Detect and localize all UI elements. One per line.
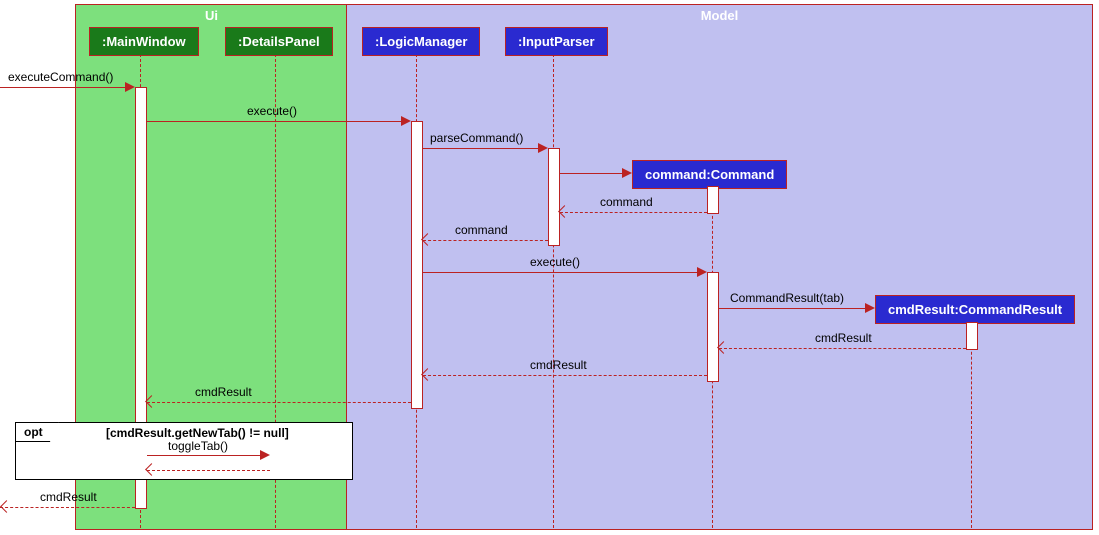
arrow-m12: [0, 507, 135, 508]
msg-m7: CommandResult(tab): [730, 291, 844, 305]
arrow-m3: [423, 148, 538, 149]
arrowhead-m2: [401, 116, 411, 126]
msg-m11: toggleTab(): [168, 439, 228, 453]
arrow-m11: [147, 455, 260, 456]
arrowhead-m11: [260, 450, 270, 460]
arrow-m5: [423, 240, 548, 241]
arrow-m4: [560, 212, 707, 213]
arrow-m6: [423, 272, 697, 273]
arrow-m2: [147, 121, 401, 122]
activation-logic: [411, 121, 423, 409]
arrow-m10: [147, 402, 411, 403]
activation-command-1: [707, 186, 719, 214]
arrow-m1: [0, 87, 125, 88]
participant-command: command:Command: [632, 160, 787, 189]
arrow-m9: [423, 375, 707, 376]
participant-detailspanel: :DetailsPanel: [225, 27, 333, 56]
msg-m10: cmdResult: [195, 385, 252, 399]
arrowhead-m3: [538, 143, 548, 153]
msg-m3: parseCommand(): [430, 131, 523, 145]
arrowhead-m1: [125, 82, 135, 92]
participant-cmdresult: cmdResult:CommandResult: [875, 295, 1075, 324]
arrow-m7: [719, 308, 865, 309]
lifeline-parser: [553, 54, 554, 528]
arrow-create-command: [560, 173, 622, 174]
arrowhead-create-command: [622, 168, 632, 178]
msg-m6: execute(): [530, 255, 580, 269]
participant-logic: :LogicManager: [362, 27, 480, 56]
msg-m2: execute(): [247, 104, 297, 118]
activation-cmdresult: [966, 322, 978, 350]
arrow-m8: [719, 348, 966, 349]
lifeline-cmdresult: [971, 322, 972, 528]
msg-m12: cmdResult: [40, 490, 97, 504]
opt-label: opt: [15, 422, 59, 442]
region-ui-title: Ui: [205, 8, 218, 23]
participant-mainwindow: :MainWindow: [89, 27, 199, 56]
msg-m9: cmdResult: [530, 358, 587, 372]
activation-parser: [548, 148, 560, 246]
arrowhead-m12: [0, 500, 13, 513]
msg-m5: command: [455, 223, 508, 237]
arrowhead-m7: [865, 303, 875, 313]
region-model: Model: [346, 4, 1093, 530]
participant-parser: :InputParser: [505, 27, 608, 56]
region-model-title: Model: [701, 8, 739, 23]
opt-guard: [cmdResult.getNewTab() != null]: [106, 426, 289, 440]
msg-m1: executeCommand(): [8, 70, 113, 84]
arrowhead-m6: [697, 267, 707, 277]
activation-command-2: [707, 272, 719, 382]
msg-m8: cmdResult: [815, 331, 872, 345]
arrow-m11r: [147, 470, 270, 471]
msg-m4: command: [600, 195, 653, 209]
